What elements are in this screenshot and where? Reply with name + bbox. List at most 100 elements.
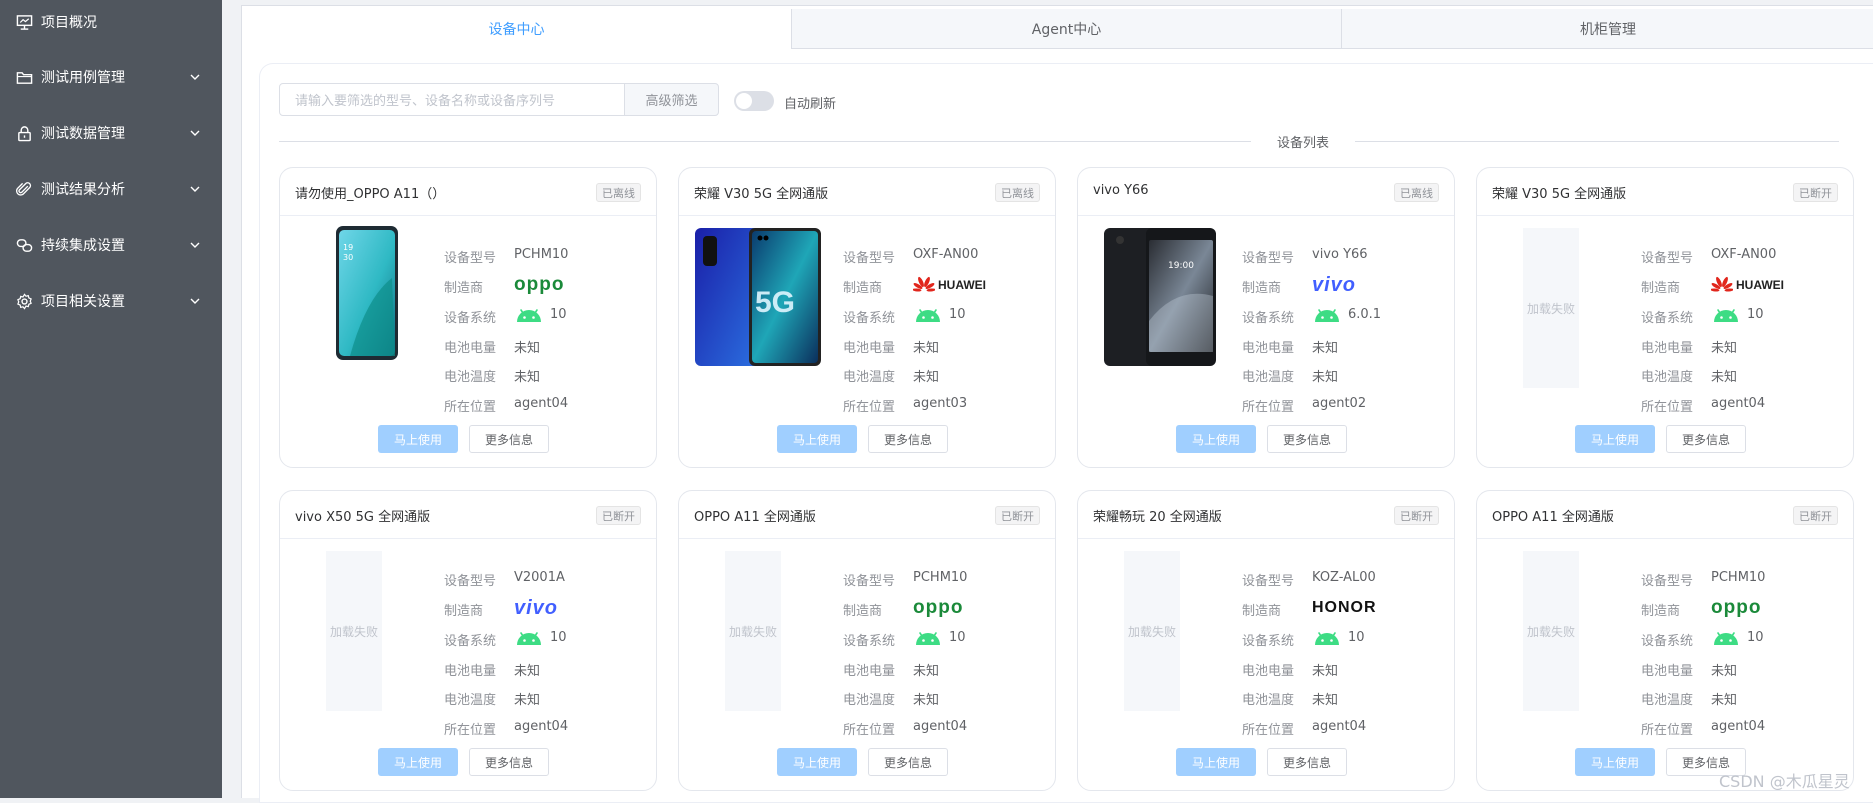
manufacturer-logo: oppo (913, 597, 963, 619)
use-now-button[interactable]: 马上使用 (777, 748, 857, 776)
device-model: KOZ-AL00 (1312, 570, 1376, 585)
sidebar-item-test-result-analysis[interactable]: 测试结果分析 (0, 167, 222, 211)
spec-label: 电池温度 (1641, 693, 1694, 708)
folder-icon (16, 71, 33, 84)
spec-label: 设备系统 (444, 634, 497, 649)
oppo-logo: oppo (1711, 597, 1762, 618)
device-model: PCHM10 (913, 570, 968, 585)
use-now-button[interactable]: 马上使用 (378, 425, 458, 453)
status-badge: 已离线 (995, 183, 1040, 202)
device-card: OPPO A11 全网通版 已断开 加载失败 设备型号 制造商 设备系统 电池电量 电池温度所… (1476, 490, 1854, 791)
huawei-wordmark: HUAWEI (938, 278, 986, 292)
device-name: OPPO A11 全网通版 (694, 510, 816, 525)
image-load-failed: 加载失败 (1523, 551, 1579, 711)
os-version: 10 (1747, 630, 1764, 645)
spec-label: 制造商 (1242, 604, 1282, 619)
spec-label: 制造商 (1242, 281, 1282, 296)
use-now-button[interactable]: 马上使用 (1575, 748, 1655, 776)
more-info-button[interactable]: 更多信息 (868, 748, 948, 776)
spec-label: 电池电量 (444, 341, 497, 356)
watermark: CSDN @木瓜星灵 (1719, 772, 1850, 791)
os-version: 10 (1348, 630, 1365, 645)
use-now-button[interactable]: 马上使用 (777, 425, 857, 453)
battery-level: 未知 (913, 664, 940, 679)
android-icon (1315, 309, 1339, 322)
android-icon (1714, 309, 1738, 322)
spec-label: 电池温度 (1242, 370, 1295, 385)
device-card: OPPO A11 全网通版 已断开 加载失败 设备型号 制造商 设备系统 电池电量 电池温度所… (678, 490, 1056, 791)
sidebar-item-ci-settings[interactable]: 持续集成设置 (0, 223, 222, 267)
huawei-logo (913, 276, 935, 292)
device-location: agent03 (913, 396, 968, 411)
device-list-title: 设备列表 (1265, 132, 1342, 151)
spec-label: 电池电量 (1641, 664, 1694, 679)
android-icon (517, 309, 541, 322)
more-info-button[interactable]: 更多信息 (868, 425, 948, 453)
device-name: 荣耀 V30 5G 全网通版 (1492, 187, 1627, 202)
battery-level: 未知 (1312, 664, 1339, 679)
auto-refresh-toggle[interactable] (734, 91, 774, 111)
sidebar-item-test-data-management[interactable]: 测试数据管理 (0, 111, 222, 155)
card-header: 荣耀 V30 5G 全网通版 已断开 (1477, 168, 1853, 216)
advanced-filter-button[interactable]: 高级筛选 (624, 83, 719, 116)
os-version: 10 (550, 307, 567, 322)
battery-temp: 未知 (1312, 370, 1339, 385)
more-info-button[interactable]: 更多信息 (1666, 425, 1746, 453)
manufacturer-logo: HONOR (1312, 597, 1377, 619)
card-header: vivo Y66 已离线 (1078, 168, 1454, 216)
use-now-button[interactable]: 马上使用 (378, 748, 458, 776)
device-model: OXF-AN00 (913, 247, 979, 262)
android-icon (1714, 632, 1738, 645)
sidebar-item-label: 测试用例管理 (41, 70, 125, 86)
spec-label: 设备型号 (444, 251, 497, 266)
spec-label: 制造商 (843, 604, 883, 619)
device-name: vivo X50 5G 全网通版 (295, 510, 431, 525)
os-version: 10 (949, 307, 966, 322)
spec-label: 电池电量 (843, 341, 896, 356)
device-card: 请勿使用_OPPO A11（） 已离线 19 30 设备型号 制造商 设备系统 电池电量 电池温… (279, 167, 657, 468)
use-now-button[interactable]: 马上使用 (1575, 425, 1655, 453)
os-version: 6.0.1 (1348, 307, 1382, 322)
spec-label: 所在位置 (843, 723, 896, 738)
spec-label: 电池温度 (1641, 370, 1694, 385)
device-model: vivo Y66 (1312, 247, 1368, 262)
device-model: PCHM10 (514, 247, 569, 262)
spec-label: 电池电量 (444, 664, 497, 679)
sidebar-item-project-settings[interactable]: 项目相关设置 (0, 279, 222, 323)
device-name: vivo Y66 (1093, 183, 1149, 198)
search-input[interactable]: 请输入要筛选的型号、设备名称或设备序列号 (279, 83, 625, 116)
manufacturer-logo: oppo (514, 274, 564, 296)
more-info-button[interactable]: 更多信息 (1267, 425, 1347, 453)
spec-label: 所在位置 (843, 400, 896, 415)
manufacturer-logo: oppo (1711, 597, 1761, 619)
android-icon (517, 632, 541, 645)
chevron-down-icon (190, 298, 200, 304)
battery-temp: 未知 (1312, 693, 1339, 708)
card-header: 荣耀畅玩 20 全网通版 已断开 (1078, 491, 1454, 539)
sidebar-item-label: 项目相关设置 (41, 294, 125, 310)
device-image: 19:00 (1104, 228, 1216, 366)
device-card: vivo Y66 已离线 19:00 设备型号 制造商 设备系统 电池电量 电池温度 所在位置 v… (1077, 167, 1455, 468)
more-info-button[interactable]: 更多信息 (1267, 748, 1347, 776)
vivo-logo: vivo (514, 596, 559, 619)
sidebar-item-test-case-management[interactable]: 测试用例管理 (0, 55, 222, 99)
status-badge: 已断开 (1793, 506, 1838, 525)
spec-label: 电池温度 (444, 370, 497, 385)
more-info-button[interactable]: 更多信息 (469, 425, 549, 453)
use-now-button[interactable]: 马上使用 (1176, 425, 1256, 453)
spec-label: 所在位置 (1641, 400, 1694, 415)
device-center-pane: 请输入要筛选的型号、设备名称或设备序列号 高级筛选 自动刷新 设备列表 请勿使用… (241, 5, 1873, 803)
battery-level: 未知 (1711, 341, 1738, 356)
spec-label: 所在位置 (1641, 723, 1694, 738)
os-version: 10 (949, 630, 966, 645)
manufacturer-logo: vivo (1312, 274, 1356, 296)
device-location: agent04 (913, 719, 968, 734)
sidebar-item-project-overview[interactable]: 项目概况 (0, 0, 222, 44)
card-header: 请勿使用_OPPO A11（） 已离线 (280, 168, 656, 216)
device-location: agent04 (514, 396, 569, 411)
device-card: 荣耀 V30 5G 全网通版 已离线 5G 设备型号 制造商 设备系统 电池电量 电池温度 所在… (678, 167, 1056, 468)
more-info-button[interactable]: 更多信息 (469, 748, 549, 776)
use-now-button[interactable]: 马上使用 (1176, 748, 1256, 776)
battery-level: 未知 (1711, 664, 1738, 679)
link-icon (16, 238, 33, 252)
